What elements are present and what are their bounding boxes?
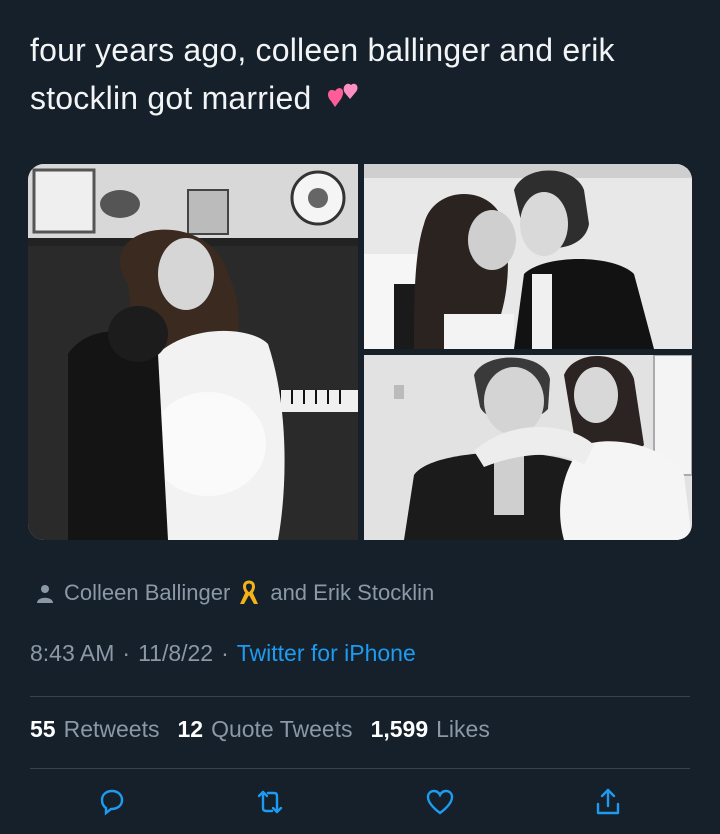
ribbon-icon — [240, 580, 259, 604]
tweet-actions — [0, 786, 720, 826]
photo-couple-kiss[interactable] — [364, 164, 692, 349]
likes-label: Likes — [436, 716, 490, 742]
tagged-name-1[interactable]: Colleen Ballinger — [64, 580, 230, 606]
tagged-people[interactable]: Colleen Ballinger and Erik Stocklin — [36, 578, 434, 608]
tweet-date[interactable]: 11/8/22 — [138, 640, 213, 667]
divider — [30, 768, 690, 769]
like-icon[interactable] — [424, 786, 456, 818]
quote-tweets-stat[interactable]: 12 Quote Tweets — [177, 716, 352, 743]
tagged-connector: and — [270, 580, 308, 605]
meta-separator: · — [122, 640, 131, 666]
tweet-source-link[interactable]: Twitter for iPhone — [237, 640, 416, 667]
tweet-text: four years ago, colleen ballinger and er… — [30, 26, 670, 122]
retweets-label: Retweets — [63, 716, 160, 742]
meta-separator: · — [221, 640, 229, 666]
tweet-meta: 8:43 AM · 11/8/22 · Twitter for iPhone — [30, 640, 416, 667]
photo-couple-piano[interactable] — [28, 164, 358, 540]
share-icon[interactable] — [592, 786, 624, 818]
retweet-icon[interactable] — [254, 786, 286, 818]
media-grid[interactable] — [28, 164, 692, 540]
two-hearts-icon — [323, 80, 363, 114]
quotes-count: 12 — [177, 716, 204, 742]
retweets-count: 55 — [30, 716, 56, 742]
reply-icon[interactable] — [96, 786, 128, 818]
retweets-stat[interactable]: 55 Retweets — [30, 716, 159, 743]
tweet-stats: 55 Retweets 12 Quote Tweets 1,599 Likes — [30, 716, 508, 743]
tagged-name-2[interactable]: Erik Stocklin — [313, 580, 434, 606]
person-icon — [37, 585, 53, 603]
divider — [30, 696, 690, 697]
likes-count: 1,599 — [370, 716, 429, 742]
likes-stat[interactable]: 1,599 Likes — [371, 716, 490, 743]
tweet-body: four years ago, colleen ballinger and er… — [30, 32, 615, 116]
tweet-time[interactable]: 8:43 AM — [30, 640, 114, 667]
photo-couple-sitting[interactable] — [364, 355, 692, 540]
quotes-label: Quote Tweets — [211, 716, 353, 742]
